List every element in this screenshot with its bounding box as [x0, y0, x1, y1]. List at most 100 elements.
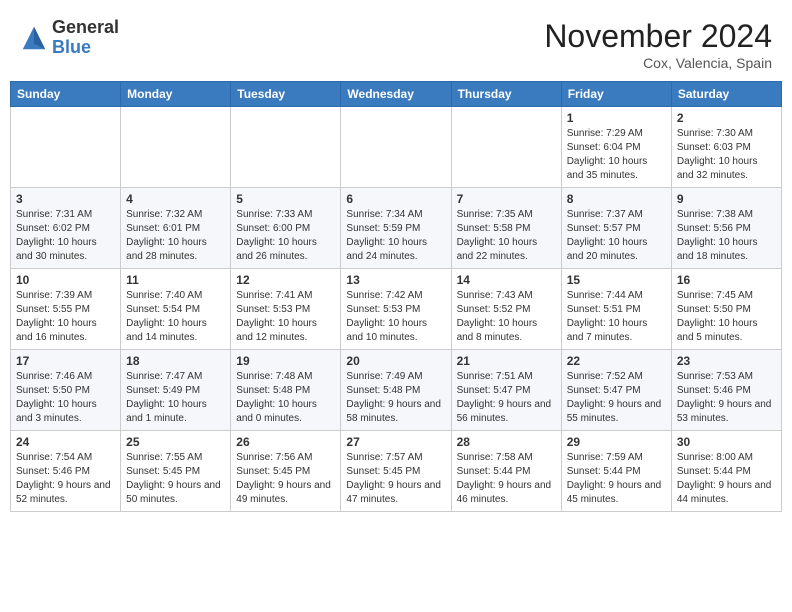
calendar-cell: 12 Sunrise: 7:41 AMSunset: 5:53 PMDayligh…	[231, 269, 341, 350]
day-info: Sunrise: 7:55 AMSunset: 5:45 PMDaylight:…	[126, 451, 225, 507]
title-block: November 2024 Cox, Valencia, Spain	[544, 18, 772, 71]
calendar-cell	[11, 107, 121, 188]
calendar-cell: 1 Sunrise: 7:29 AMSunset: 6:04 PMDaylight…	[561, 107, 671, 188]
calendar-week-row: 24 Sunrise: 7:54 AMSunset: 5:46 PMDayligh…	[11, 431, 782, 512]
calendar-cell	[451, 107, 561, 188]
day-number: 7	[457, 192, 556, 206]
calendar-cell: 29 Sunrise: 7:59 AMSunset: 5:44 PMDayligh…	[561, 431, 671, 512]
weekday-header-row: SundayMondayTuesdayWednesdayThursdayFrid…	[11, 82, 782, 107]
calendar-cell: 23 Sunrise: 7:53 AMSunset: 5:46 PMDayligh…	[671, 350, 781, 431]
calendar-cell: 9 Sunrise: 7:38 AMSunset: 5:56 PMDaylight…	[671, 188, 781, 269]
logo-icon	[20, 24, 48, 52]
day-info: Sunrise: 7:38 AMSunset: 5:56 PMDaylight:…	[677, 208, 776, 264]
day-number: 1	[567, 111, 666, 125]
calendar-cell: 3 Sunrise: 7:31 AMSunset: 6:02 PMDaylight…	[11, 188, 121, 269]
day-number: 6	[346, 192, 445, 206]
weekday-header-wednesday: Wednesday	[341, 82, 451, 107]
day-number: 22	[567, 354, 666, 368]
calendar-week-row: 10Sunrise: 7:39 AMSunset: 5:55 PMDayligh…	[11, 269, 782, 350]
day-number: 5	[236, 192, 335, 206]
calendar-cell: 18Sunrise: 7:47 AMSunset: 5:49 PMDayligh…	[121, 350, 231, 431]
calendar-cell	[341, 107, 451, 188]
day-info: Sunrise: 7:29 AMSunset: 6:04 PMDaylight:…	[567, 127, 666, 183]
day-info: Sunrise: 7:44 AMSunset: 5:51 PMDaylight:…	[567, 289, 666, 345]
logo-blue-text: Blue	[52, 38, 119, 58]
day-info: Sunrise: 7:31 AMSunset: 6:02 PMDaylight:…	[16, 208, 115, 264]
calendar-cell: 19 Sunrise: 7:48 AMSunset: 5:48 PMDayligh…	[231, 350, 341, 431]
weekday-header-tuesday: Tuesday	[231, 82, 341, 107]
calendar-cell: 30Sunrise: 8:00 AMSunset: 5:44 PMDayligh…	[671, 431, 781, 512]
day-info: Sunrise: 7:37 AMSunset: 5:57 PMDaylight:…	[567, 208, 666, 264]
calendar-cell: 5Sunrise: 7:33 AMSunset: 6:00 PMDaylight…	[231, 188, 341, 269]
calendar-cell: 13 Sunrise: 7:42 AMSunset: 5:53 PMDayligh…	[341, 269, 451, 350]
day-info: Sunrise: 7:58 AMSunset: 5:44 PMDaylight:…	[457, 451, 556, 507]
calendar-cell: 14Sunrise: 7:43 AMSunset: 5:52 PMDayligh…	[451, 269, 561, 350]
day-info: Sunrise: 7:59 AMSunset: 5:44 PMDaylight:…	[567, 451, 666, 507]
day-info: Sunrise: 7:42 AMSunset: 5:53 PMDaylight:…	[346, 289, 445, 345]
day-info: Sunrise: 7:51 AMSunset: 5:47 PMDaylight:…	[457, 370, 556, 426]
month-title: November 2024	[544, 18, 772, 55]
calendar-cell: 6 Sunrise: 7:34 AMSunset: 5:59 PMDaylight…	[341, 188, 451, 269]
day-info: Sunrise: 7:35 AMSunset: 5:58 PMDaylight:…	[457, 208, 556, 264]
day-info: Sunrise: 7:57 AMSunset: 5:45 PMDaylight:…	[346, 451, 445, 507]
calendar-cell: 8 Sunrise: 7:37 AMSunset: 5:57 PMDaylight…	[561, 188, 671, 269]
weekday-header-saturday: Saturday	[671, 82, 781, 107]
logo-general-text: General	[52, 18, 119, 38]
day-number: 19	[236, 354, 335, 368]
day-info: Sunrise: 7:52 AMSunset: 5:47 PMDaylight:…	[567, 370, 666, 426]
calendar-cell: 17 Sunrise: 7:46 AMSunset: 5:50 PMDayligh…	[11, 350, 121, 431]
day-info: Sunrise: 7:53 AMSunset: 5:46 PMDaylight:…	[677, 370, 776, 426]
day-number: 29	[567, 435, 666, 449]
day-number: 23	[677, 354, 776, 368]
calendar-cell: 15 Sunrise: 7:44 AMSunset: 5:51 PMDayligh…	[561, 269, 671, 350]
weekday-header-sunday: Sunday	[11, 82, 121, 107]
calendar-cell: 25 Sunrise: 7:55 AMSunset: 5:45 PMDayligh…	[121, 431, 231, 512]
day-info: Sunrise: 7:43 AMSunset: 5:52 PMDaylight:…	[457, 289, 556, 345]
day-info: Sunrise: 7:32 AMSunset: 6:01 PMDaylight:…	[126, 208, 225, 264]
day-number: 25	[126, 435, 225, 449]
day-info: Sunrise: 7:45 AMSunset: 5:50 PMDaylight:…	[677, 289, 776, 345]
day-info: Sunrise: 7:48 AMSunset: 5:48 PMDaylight:…	[236, 370, 335, 426]
day-number: 10	[16, 273, 115, 287]
day-number: 16	[677, 273, 776, 287]
day-number: 8	[567, 192, 666, 206]
day-number: 17	[16, 354, 115, 368]
day-number: 27	[346, 435, 445, 449]
day-number: 26	[236, 435, 335, 449]
day-number: 28	[457, 435, 556, 449]
day-info: Sunrise: 7:41 AMSunset: 5:53 PMDaylight:…	[236, 289, 335, 345]
day-info: Sunrise: 7:40 AMSunset: 5:54 PMDaylight:…	[126, 289, 225, 345]
weekday-header-friday: Friday	[561, 82, 671, 107]
calendar-cell	[121, 107, 231, 188]
day-number: 15	[567, 273, 666, 287]
calendar-cell: 27 Sunrise: 7:57 AMSunset: 5:45 PMDayligh…	[341, 431, 451, 512]
calendar-cell: 21 Sunrise: 7:51 AMSunset: 5:47 PMDayligh…	[451, 350, 561, 431]
calendar-cell: 10Sunrise: 7:39 AMSunset: 5:55 PMDayligh…	[11, 269, 121, 350]
day-info: Sunrise: 7:46 AMSunset: 5:50 PMDaylight:…	[16, 370, 115, 426]
calendar-cell: 26 Sunrise: 7:56 AMSunset: 5:45 PMDayligh…	[231, 431, 341, 512]
logo-text: General Blue	[52, 18, 119, 58]
day-number: 3	[16, 192, 115, 206]
location-text: Cox, Valencia, Spain	[544, 55, 772, 71]
calendar-table: SundayMondayTuesdayWednesdayThursdayFrid…	[10, 81, 782, 512]
day-number: 21	[457, 354, 556, 368]
day-number: 12	[236, 273, 335, 287]
calendar-cell: 16 Sunrise: 7:45 AMSunset: 5:50 PMDayligh…	[671, 269, 781, 350]
day-info: Sunrise: 8:00 AMSunset: 5:44 PMDaylight:…	[677, 451, 776, 507]
day-number: 9	[677, 192, 776, 206]
calendar-cell: 24 Sunrise: 7:54 AMSunset: 5:46 PMDayligh…	[11, 431, 121, 512]
day-number: 4	[126, 192, 225, 206]
day-number: 24	[16, 435, 115, 449]
day-number: 11	[126, 273, 225, 287]
day-info: Sunrise: 7:47 AMSunset: 5:49 PMDaylight:…	[126, 370, 225, 426]
day-info: Sunrise: 7:56 AMSunset: 5:45 PMDaylight:…	[236, 451, 335, 507]
day-info: Sunrise: 7:34 AMSunset: 5:59 PMDaylight:…	[346, 208, 445, 264]
calendar-cell: 28 Sunrise: 7:58 AMSunset: 5:44 PMDayligh…	[451, 431, 561, 512]
day-number: 13	[346, 273, 445, 287]
day-info: Sunrise: 7:54 AMSunset: 5:46 PMDaylight:…	[16, 451, 115, 507]
calendar-cell: 20Sunrise: 7:49 AMSunset: 5:48 PMDayligh…	[341, 350, 451, 431]
calendar-cell	[231, 107, 341, 188]
day-info: Sunrise: 7:49 AMSunset: 5:48 PMDaylight:…	[346, 370, 445, 426]
calendar-week-row: 17 Sunrise: 7:46 AMSunset: 5:50 PMDayligh…	[11, 350, 782, 431]
calendar-week-row: 3 Sunrise: 7:31 AMSunset: 6:02 PMDaylight…	[11, 188, 782, 269]
